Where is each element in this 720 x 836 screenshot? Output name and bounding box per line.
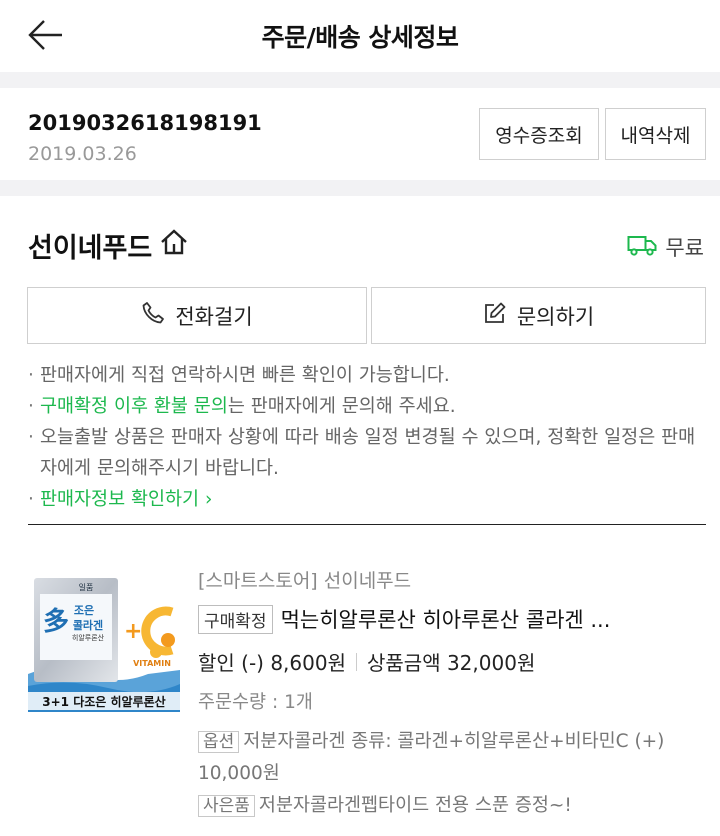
- multi-char: 多: [43, 607, 69, 637]
- top-bar: 주문/배송 상세정보: [0, 0, 720, 72]
- truck-icon: [627, 234, 657, 261]
- call-label: 전화걸기: [175, 304, 253, 329]
- shipping-fee: 무료: [665, 236, 704, 260]
- note-refund: 구매확정 이후 환불 문의는 판매자에게 문의해 주세요.: [28, 391, 698, 422]
- phone-icon: [141, 301, 165, 330]
- order-quantity: 주문수량 : 1개: [198, 692, 313, 713]
- gift-text: 저분자콜라겐펩타이드 전용 스푼 증정~!: [258, 795, 572, 816]
- product-price: 상품금액 32,000원: [367, 651, 536, 675]
- pkg-line2: 콜라겐: [73, 618, 103, 632]
- store-name[interactable]: [스마트스토어] 선이네푸드: [198, 566, 411, 593]
- chevron-right-icon: ›: [199, 489, 213, 510]
- status-badge: 구매확정: [198, 604, 273, 634]
- home-icon[interactable]: [160, 229, 188, 262]
- option-badge: 옵션: [198, 731, 240, 753]
- section-divider: [0, 72, 720, 88]
- product-image[interactable]: 일품 多 조은 콜라겐 히알루론산 + VITAMIN 3+1 다조은 히알루론…: [28, 574, 180, 712]
- note-refund-text: 는 판매자에게 문의해 주세요.: [227, 396, 456, 417]
- call-button[interactable]: 전화걸기: [27, 287, 367, 344]
- pkg-line1: 조은: [74, 604, 94, 617]
- product-image-caption: 3+1 다조은 히알루론산: [42, 694, 165, 709]
- inquiry-label: 문의하기: [516, 304, 595, 329]
- brand-text: 일품: [79, 583, 94, 592]
- section-divider: [0, 180, 720, 196]
- order-number: 2019032618198191: [28, 111, 262, 135]
- edit-icon: [483, 301, 507, 330]
- page-title: 주문/배송 상세정보: [261, 23, 459, 52]
- seller-notes: 판매자에게 직접 연락하시면 빠른 확인이 가능합니다. 구매확정 이후 환불 …: [28, 360, 698, 515]
- gift-info: 사은품 저분자콜라겐펩타이드 전용 스푼 증정~!: [198, 791, 708, 817]
- product-title-row[interactable]: 구매확정 먹는히알루론산 히아루론산 콜라겐 ...: [198, 604, 704, 634]
- delete-history-button[interactable]: 내역삭제: [605, 108, 706, 160]
- price-row: 할인 (-) 8,600원 상품금액 32,000원: [198, 647, 535, 676]
- refund-inquiry-link[interactable]: 구매확정 이후 환불 문의: [40, 396, 228, 417]
- gift-badge: 사은품: [198, 795, 255, 817]
- receipt-button[interactable]: 영수증조회: [479, 108, 599, 160]
- plus-icon: +: [124, 619, 142, 644]
- seller-info-link[interactable]: 판매자정보 확인하기: [40, 489, 199, 510]
- seller-name[interactable]: 선이네푸드: [28, 226, 152, 265]
- product-name[interactable]: 먹는히알루론산 히아루론산 콜라겐 ...: [281, 604, 611, 634]
- shipping-info: 무료: [627, 232, 704, 262]
- note-schedule: 오늘출발 상품은 판매자 상황에 따라 배송 일정 변경될 수 있으며, 정확한…: [28, 422, 698, 484]
- note-contact: 판매자에게 직접 연락하시면 빠른 확인이 가능합니다.: [28, 360, 698, 391]
- note-seller-info[interactable]: 판매자정보 확인하기 ›: [28, 484, 698, 515]
- option-text: 저분자콜라겐 종류: 콜라겐+히알루론산+비타민C (+) 10,000원: [198, 731, 665, 784]
- vitamin-text: VITAMIN: [133, 659, 171, 668]
- section-rule: [28, 524, 706, 525]
- inquiry-button[interactable]: 문의하기: [371, 287, 706, 344]
- order-date: 2019.03.26: [28, 143, 137, 165]
- discount-amount: 할인 (-) 8,600원: [198, 651, 346, 675]
- price-separator: [356, 652, 357, 671]
- seller-header[interactable]: 선이네푸드: [28, 226, 188, 265]
- pkg-line3: 히알루론산: [72, 633, 105, 642]
- option-info: 옵션 저분자콜라겐 종류: 콜라겐+히알루론산+비타민C (+) 10,000원: [198, 726, 708, 789]
